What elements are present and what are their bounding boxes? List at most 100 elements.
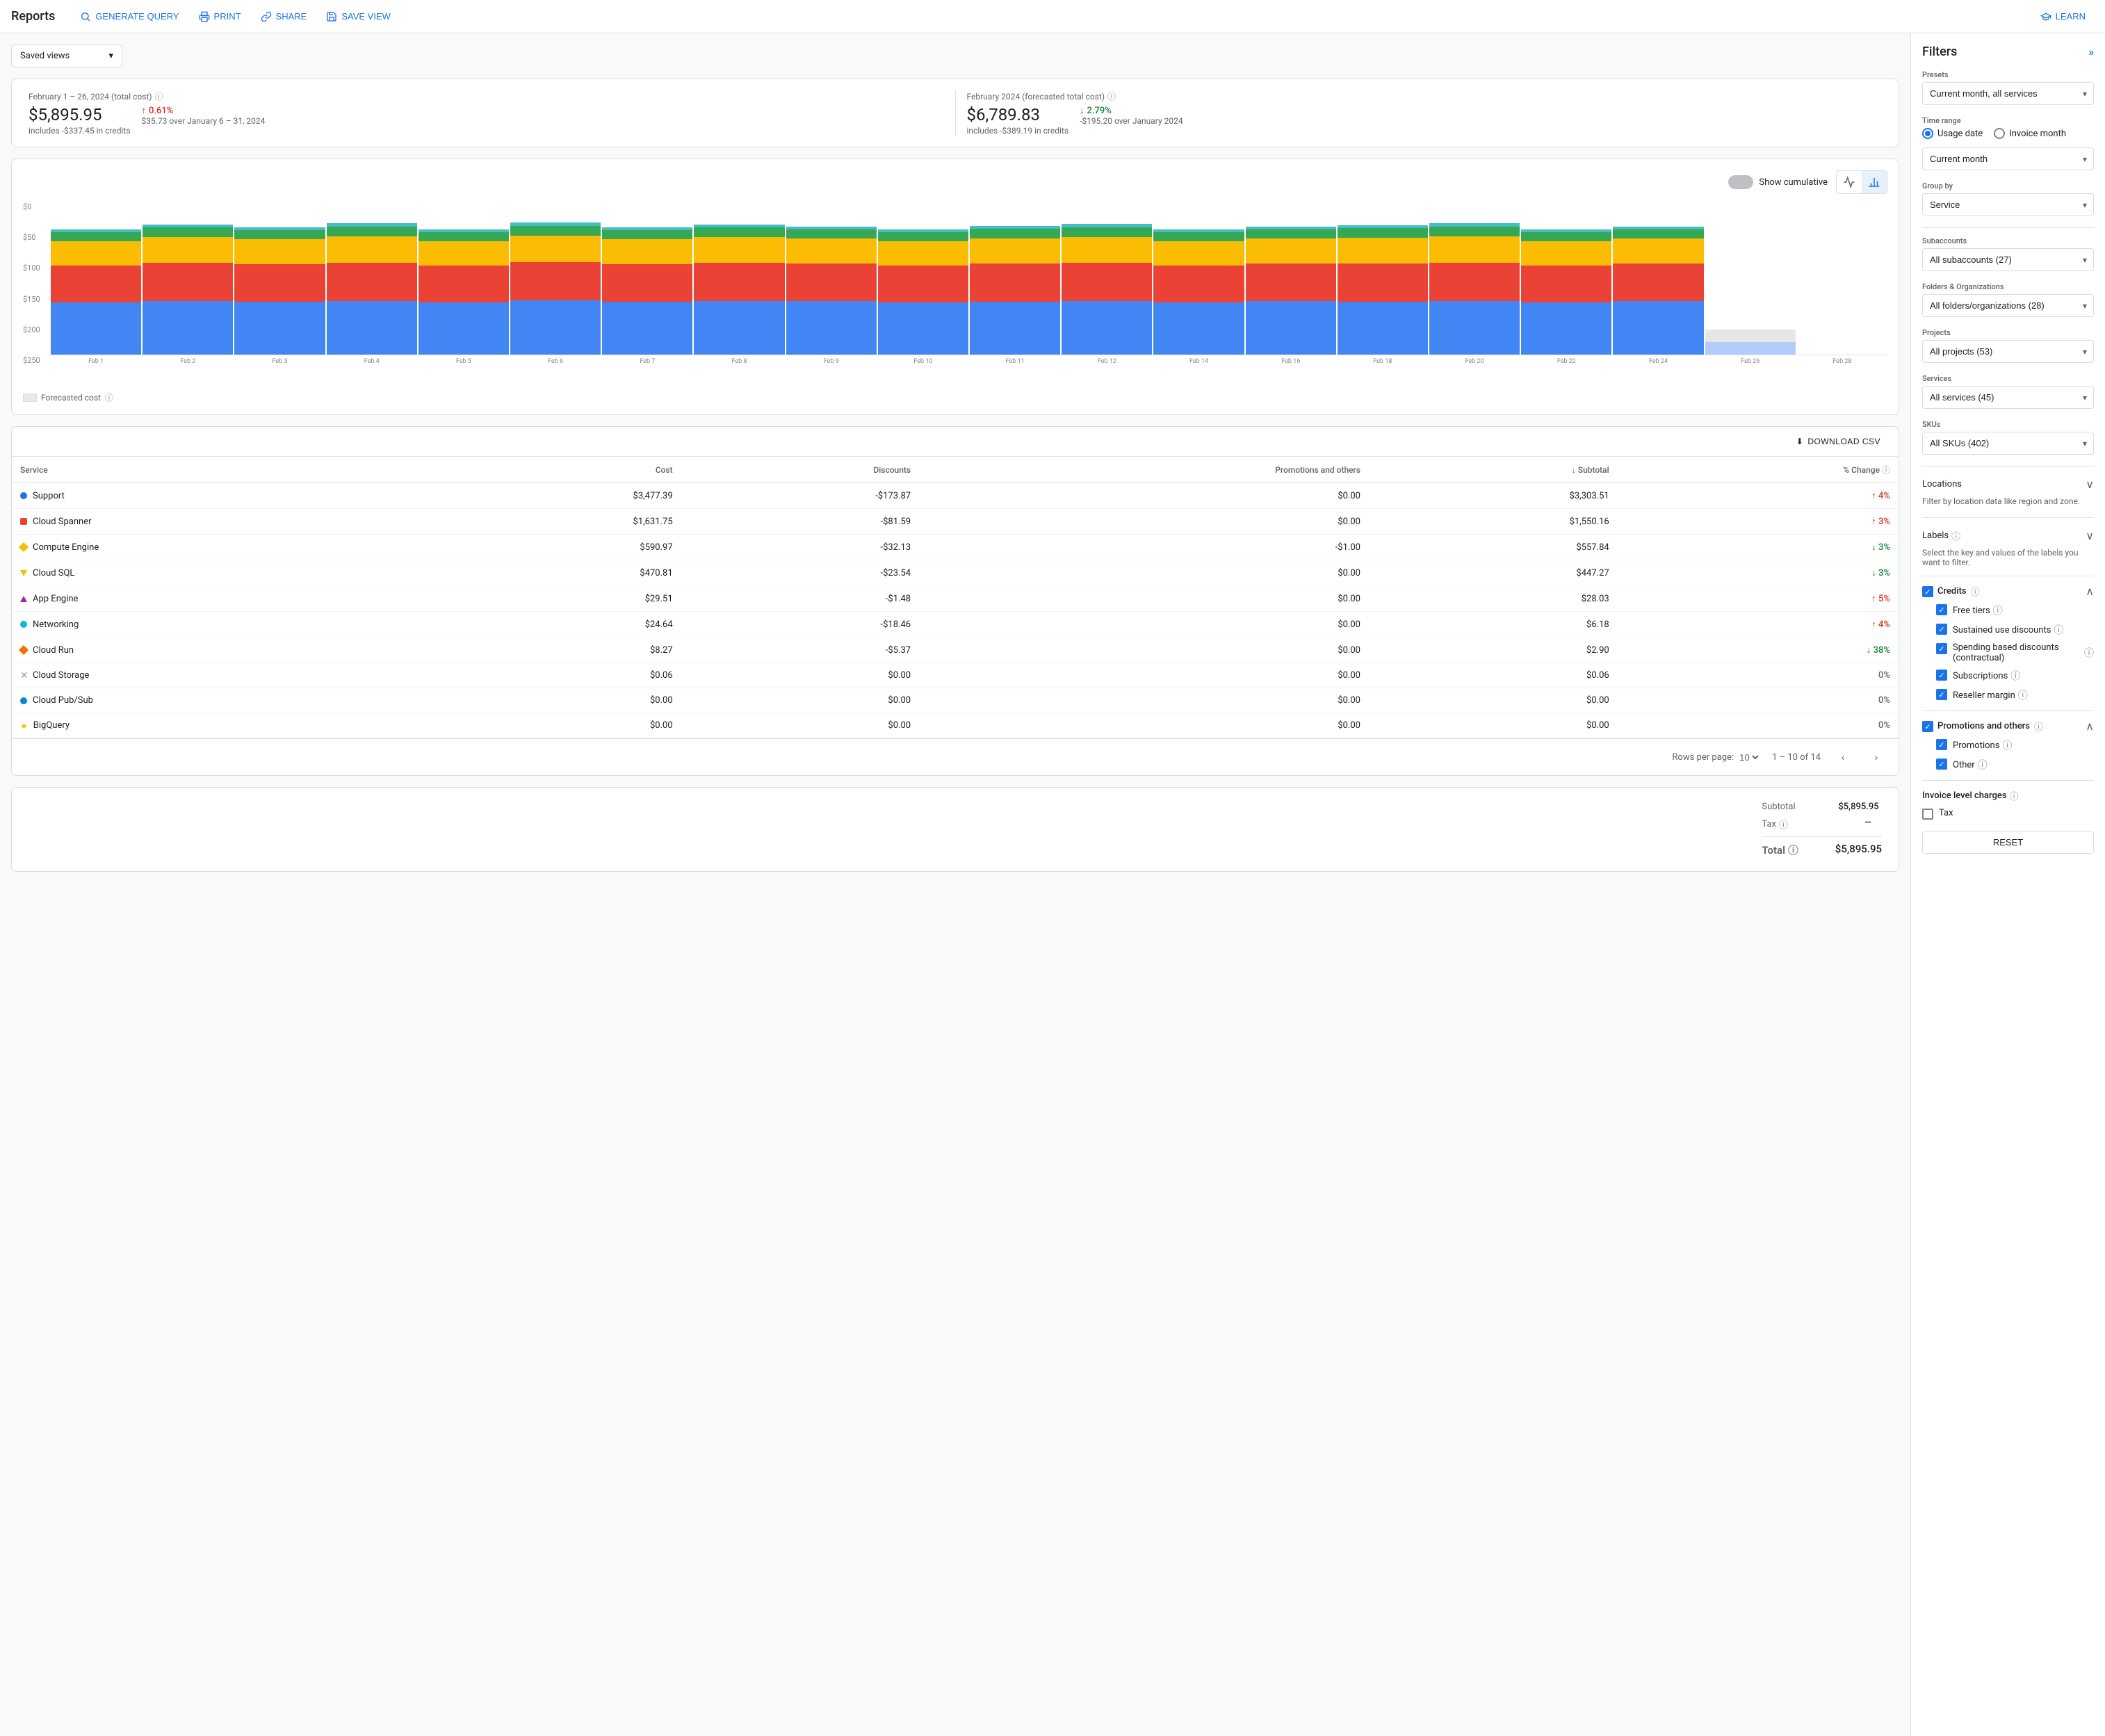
- bar-group[interactable]: [1613, 227, 1703, 355]
- print-button[interactable]: PRINT: [190, 7, 250, 26]
- subaccounts-select[interactable]: All subaccounts (27): [1922, 248, 2094, 271]
- table-row[interactable]: Networking$24.64-$18.46$0.00$6.18↑ 4%: [12, 612, 1899, 638]
- presets-select[interactable]: Current month, all services: [1922, 82, 2094, 105]
- table-row[interactable]: Cloud Spanner$1,631.75-$81.59$0.00$1,550…: [12, 509, 1899, 535]
- bar-group[interactable]: [878, 229, 968, 355]
- service-icon: [20, 621, 27, 628]
- other-info-icon[interactable]: ⓘ: [1978, 758, 1988, 772]
- rows-per-page: Rows per page: 10 25 50: [1672, 752, 1761, 763]
- promotions-checkbox[interactable]: ✓: [1936, 739, 1947, 750]
- bar-group[interactable]: [602, 227, 692, 355]
- tax-info-icon[interactable]: ⓘ: [1779, 818, 1788, 831]
- promotions-others-checkbox[interactable]: ✓: [1922, 721, 1933, 732]
- locations-header[interactable]: Locations ∨: [1922, 475, 2094, 494]
- bar-group[interactable]: [1705, 330, 1796, 355]
- share-button[interactable]: SHARE: [252, 7, 316, 26]
- free-tiers-checkbox[interactable]: ✓: [1936, 604, 1947, 615]
- save-view-button[interactable]: SAVE VIEW: [318, 7, 399, 26]
- tax-checkbox[interactable]: [1922, 809, 1933, 820]
- bar-segment: [327, 227, 417, 236]
- generate-query-button[interactable]: GENERATE QUERY: [72, 7, 187, 26]
- bar-group[interactable]: [786, 227, 877, 355]
- reset-button[interactable]: RESET: [1922, 831, 2094, 854]
- table-row[interactable]: ✕Cloud Storage$0.06$0.00$0.00$0.060%: [12, 663, 1899, 688]
- table-row[interactable]: ★BigQuery$0.00$0.00$0.00$0.000%: [12, 713, 1899, 738]
- bar-group[interactable]: [1246, 227, 1336, 355]
- bar-segment: [1062, 237, 1152, 263]
- folders-select[interactable]: All folders/organizations (28): [1922, 294, 2094, 317]
- cumulative-switch[interactable]: [1728, 175, 1753, 189]
- table-row[interactable]: App Engine$29.51-$1.48$0.00$28.03↑ 5%: [12, 586, 1899, 612]
- rows-per-page-select[interactable]: 10 25 50: [1737, 752, 1761, 763]
- chart-container: Show cumulative $250 $200 $150 $: [11, 159, 1899, 415]
- credits-checkbox[interactable]: ✓: [1922, 586, 1933, 597]
- table-actions-row: ⬇ DOWNLOAD CSV: [12, 427, 1899, 457]
- table-row[interactable]: Support$3,477.39-$173.87$0.00$3,303.51↑ …: [12, 483, 1899, 509]
- bar-group[interactable]: [1429, 223, 1520, 355]
- bar-group[interactable]: [970, 226, 1060, 355]
- next-page-button[interactable]: ›: [1865, 746, 1887, 768]
- bar-group[interactable]: [51, 229, 141, 355]
- subscriptions-info-icon[interactable]: ⓘ: [2010, 669, 2020, 683]
- group-by-select[interactable]: Service: [1922, 193, 2094, 216]
- bar-group[interactable]: [1062, 224, 1152, 355]
- download-csv-button[interactable]: ⬇ DOWNLOAD CSV: [1789, 432, 1887, 451]
- spending-based-info-icon[interactable]: ⓘ: [2084, 646, 2094, 660]
- bar-group[interactable]: [1153, 229, 1244, 355]
- time-range-select[interactable]: Current month: [1922, 147, 2094, 170]
- y-axis: $250 $200 $150 $100 $50 $0: [23, 202, 40, 365]
- spending-based-checkbox[interactable]: ✓: [1936, 643, 1947, 654]
- x-axis-label: Feb 28: [1797, 358, 1887, 365]
- sustained-use-info-icon[interactable]: ⓘ: [2054, 623, 2063, 637]
- labels-header[interactable]: Labels ⓘ ∨: [1922, 526, 2094, 545]
- total-info-icon[interactable]: ⓘ: [1788, 843, 1798, 857]
- legend-info-icon[interactable]: ⓘ: [105, 391, 113, 403]
- bar-group[interactable]: [234, 227, 325, 355]
- arrow-down-icon: ↓: [1080, 105, 1084, 116]
- services-select[interactable]: All services (45): [1922, 386, 2094, 409]
- expand-sidebar-icon[interactable]: »: [2088, 45, 2094, 58]
- learn-button[interactable]: LEARN: [2032, 7, 2094, 26]
- credits-info-icon[interactable]: ⓘ: [1971, 585, 1980, 598]
- bar-group[interactable]: [510, 222, 601, 355]
- bar-group[interactable]: [1338, 225, 1428, 355]
- line-chart-button[interactable]: [1837, 171, 1862, 193]
- bar-group[interactable]: [143, 225, 233, 355]
- bar-group[interactable]: [418, 229, 509, 355]
- table-row[interactable]: Compute Engine$590.97-$32.13-$1.00$557.8…: [12, 535, 1899, 560]
- info-icon[interactable]: ⓘ: [155, 90, 163, 102]
- labels-info-icon[interactable]: ⓘ: [1951, 529, 1960, 542]
- bar-group[interactable]: [1521, 229, 1611, 355]
- cell-change: ↑ 5%: [1618, 586, 1899, 612]
- col-change-help[interactable]: ⓘ: [1882, 465, 1890, 475]
- invoice-month-radio[interactable]: Invoice month: [1994, 128, 2066, 139]
- reseller-margin-info-icon[interactable]: ⓘ: [2018, 688, 2028, 702]
- subscriptions-checkbox[interactable]: ✓: [1936, 670, 1947, 681]
- saved-views-dropdown[interactable]: Saved views ▾: [11, 44, 122, 67]
- bar-segment: [970, 229, 1060, 238]
- table-row[interactable]: Cloud Pub/Sub$0.00$0.00$0.00$0.000%: [12, 688, 1899, 713]
- bar-group[interactable]: [694, 225, 784, 355]
- credits-collapse-icon[interactable]: ∧: [2086, 585, 2094, 598]
- table-row[interactable]: Cloud Run$8.27-$5.37$0.00$2.90↓ 38%: [12, 638, 1899, 663]
- cell-discounts: $0.00: [681, 663, 919, 688]
- bar-chart-button[interactable]: [1862, 171, 1887, 193]
- chart-type-buttons: [1836, 170, 1887, 194]
- bar-group[interactable]: [327, 223, 417, 355]
- table-row[interactable]: Cloud SQL$470.81-$23.54$0.00$447.27↓ 3%: [12, 560, 1899, 586]
- usage-date-radio-circle: [1922, 128, 1933, 139]
- projects-select[interactable]: All projects (53): [1922, 340, 2094, 363]
- sustained-use-checkbox[interactable]: ✓: [1936, 624, 1947, 635]
- prev-page-button[interactable]: ‹: [1832, 746, 1854, 768]
- info-icon-forecast[interactable]: ⓘ: [1107, 90, 1116, 102]
- free-tiers-info-icon[interactable]: ⓘ: [1993, 603, 2003, 617]
- other-checkbox[interactable]: ✓: [1936, 759, 1947, 770]
- promotions-others-info-icon[interactable]: ⓘ: [2034, 720, 2043, 733]
- reseller-margin-checkbox[interactable]: ✓: [1936, 689, 1947, 700]
- bar-segment: [510, 300, 601, 355]
- promotions-collapse-icon[interactable]: ∧: [2086, 720, 2094, 733]
- usage-date-radio[interactable]: Usage date: [1922, 128, 1983, 139]
- invoice-info-icon[interactable]: ⓘ: [2010, 789, 2019, 802]
- skus-select[interactable]: All SKUs (402): [1922, 432, 2094, 455]
- promotions-info-icon[interactable]: ⓘ: [2002, 738, 2012, 752]
